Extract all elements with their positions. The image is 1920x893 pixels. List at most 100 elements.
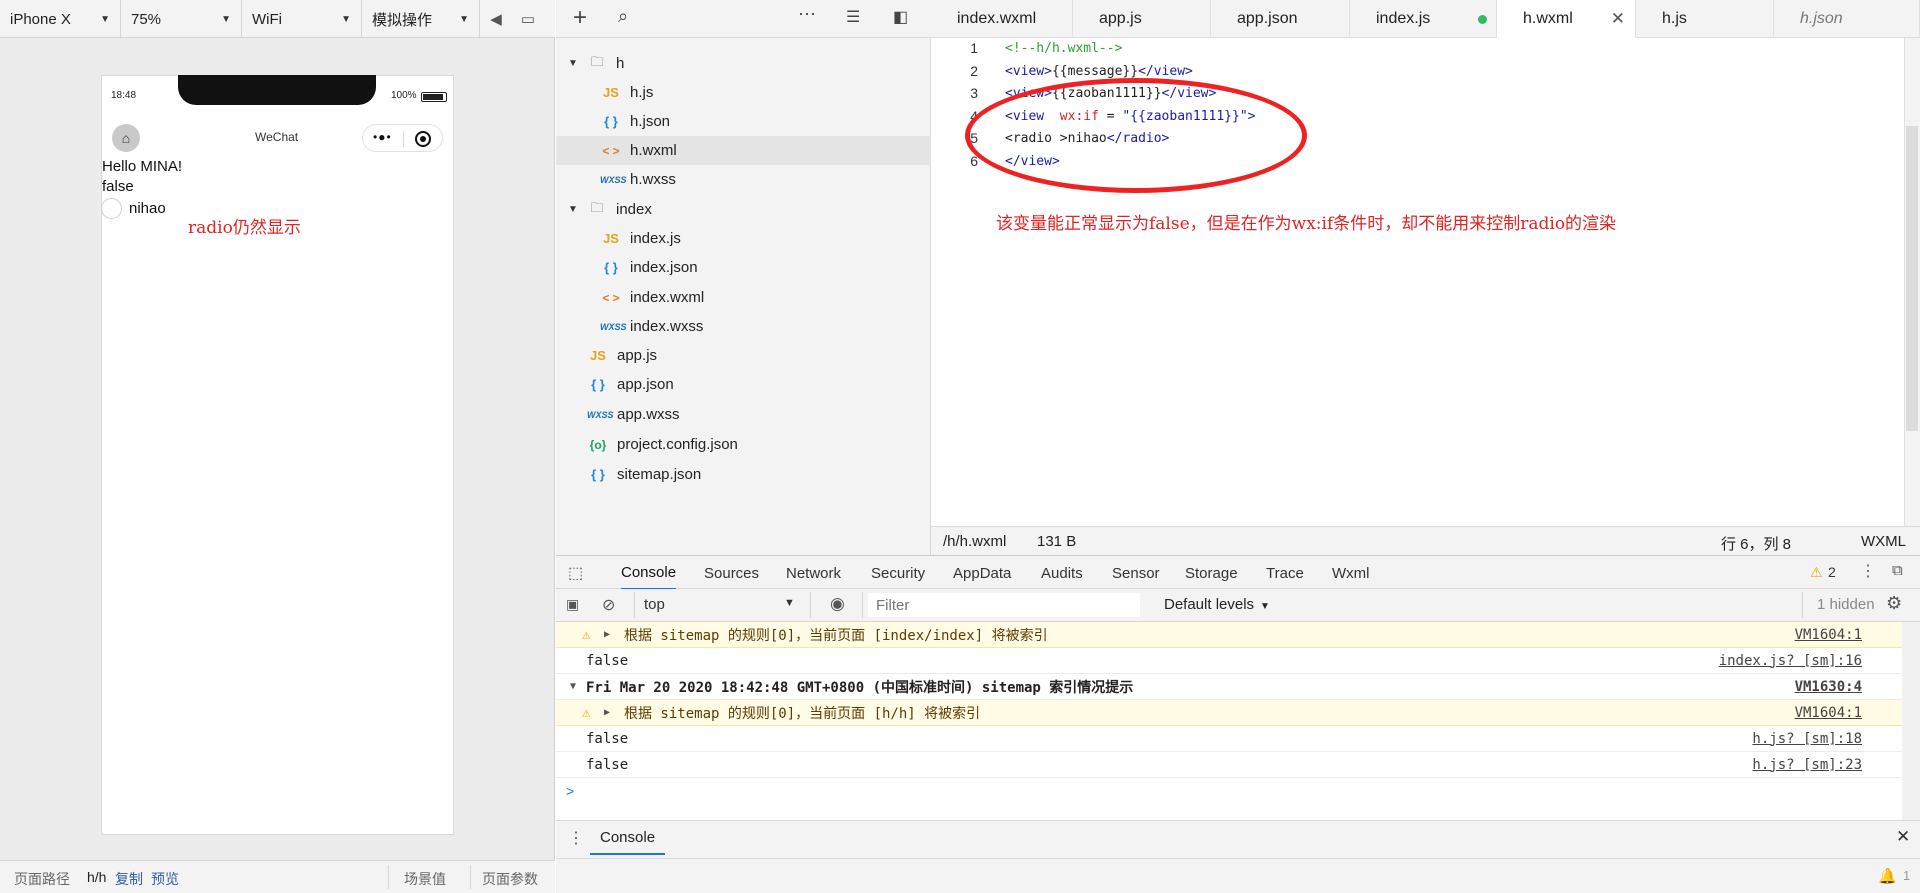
tree-file-app-wxss[interactable]: WXSS app.wxss xyxy=(556,400,931,429)
tree-file-h-js[interactable]: JS h.js xyxy=(556,78,931,107)
params-button[interactable]: 页面参数 xyxy=(482,869,538,889)
tab-h-js[interactable]: h.js xyxy=(1636,0,1774,38)
scene-button[interactable]: 场景值 xyxy=(404,869,446,889)
home-icon[interactable]: ⌂ xyxy=(112,124,140,152)
tree-file-sitemap[interactable]: { } sitemap.json xyxy=(556,460,931,489)
add-icon[interactable]: + xyxy=(573,4,587,32)
tree-file-h-wxss[interactable]: WXSS h.wxss xyxy=(556,165,931,194)
eye-icon[interactable]: ◉ xyxy=(830,594,845,614)
device-select[interactable]: iPhone X ▼ xyxy=(0,0,121,38)
tree-label: app.js xyxy=(617,347,658,364)
warning-count[interactable]: 2 xyxy=(1828,564,1836,580)
tree-file-project-config[interactable]: {o} project.config.json xyxy=(556,430,931,459)
tree-folder-h[interactable]: ▼ 🗀 h xyxy=(556,49,931,78)
tab-audits[interactable]: Audits xyxy=(1041,556,1083,590)
tab-storage[interactable]: Storage xyxy=(1185,556,1238,590)
console-prompt-row[interactable]: > xyxy=(556,778,1902,804)
tree-file-app-json[interactable]: { } app.json xyxy=(556,370,931,399)
tab-h-json[interactable]: h.json xyxy=(1774,0,1920,38)
tab-label: app.json xyxy=(1237,10,1298,27)
console-filter-input[interactable] xyxy=(868,593,1140,617)
tree-label: h.js xyxy=(630,84,654,101)
close-icon[interactable]: ✕ xyxy=(1611,9,1625,29)
context-select[interactable]: top ▼ xyxy=(644,593,798,617)
console-group-row[interactable]: ▼ Fri Mar 20 2020 18:42:48 GMT+0800 (中国标… xyxy=(556,674,1902,700)
tab-appdata[interactable]: AppData xyxy=(953,556,1011,590)
clear-console-icon[interactable]: ⊘ xyxy=(602,595,615,615)
tab-index-js[interactable]: index.js xyxy=(1350,0,1497,38)
wxml-file-icon: < > xyxy=(602,143,620,158)
capsule-menu[interactable]: •●• xyxy=(362,124,443,152)
console-source-link[interactable]: h.js? [sm]:23 xyxy=(1752,757,1862,773)
console-source-link[interactable]: h.js? [sm]:18 xyxy=(1752,731,1862,747)
language-mode[interactable]: WXML xyxy=(1861,533,1906,550)
warning-icon: ⚠ xyxy=(582,704,591,721)
sidebar-toggle-icon[interactable]: ▣ xyxy=(566,596,579,613)
tree-file-index-json[interactable]: { } index.json xyxy=(556,253,931,282)
undock-icon[interactable]: ⧉ xyxy=(1892,562,1903,579)
copy-link[interactable]: 复制 xyxy=(115,869,143,889)
tab-sensor[interactable]: Sensor xyxy=(1112,556,1160,590)
tree-file-h-wxml[interactable]: < > h.wxml xyxy=(556,136,931,165)
close-drawer-icon[interactable]: ✕ xyxy=(1896,827,1910,847)
tree-file-index-wxml[interactable]: < > index.wxml xyxy=(556,283,931,312)
tab-console[interactable]: Console xyxy=(621,556,677,590)
tab-h-wxml[interactable]: h.wxml ✕ xyxy=(1497,0,1636,38)
tree-file-index-wxss[interactable]: WXSS index.wxss xyxy=(556,312,931,341)
tab-trace[interactable]: Trace xyxy=(1266,556,1304,590)
console-source-link[interactable]: VM1604:1 xyxy=(1795,627,1862,643)
nav-title: WeChat xyxy=(255,130,299,144)
cursor-position[interactable]: 行 6，列 8 xyxy=(1721,533,1791,554)
network-select[interactable]: WiFi ▼ xyxy=(242,0,362,38)
close-miniprogram-icon[interactable] xyxy=(415,131,431,147)
gear-icon[interactable]: ⚙ xyxy=(1886,593,1902,614)
console-message: Fri Mar 20 2020 18:42:48 GMT+0800 (中国标准时… xyxy=(586,679,1134,696)
tree-file-index-js[interactable]: JS index.js xyxy=(556,224,931,253)
action-select[interactable]: 模拟操作 ▼ xyxy=(362,0,480,38)
more-icon[interactable]: •●• xyxy=(373,130,392,144)
collapse-icon[interactable]: ☰ xyxy=(846,7,860,27)
notification-icon[interactable]: 🔔 xyxy=(1878,867,1897,885)
radio-button[interactable] xyxy=(101,198,122,219)
collapse-icon[interactable]: ▼ xyxy=(570,681,576,692)
menu-icon[interactable]: ⋮ xyxy=(1860,561,1876,581)
zoom-select[interactable]: 75% ▼ xyxy=(121,0,242,38)
drawer-tab-console[interactable]: Console xyxy=(590,821,666,855)
tree-file-app-js[interactable]: JS app.js xyxy=(556,341,931,370)
network-value: WiFi xyxy=(252,10,282,28)
preview-link[interactable]: 预览 xyxy=(151,869,179,889)
radio-label: nihao xyxy=(129,200,166,217)
editor-scroll-thumb[interactable] xyxy=(1906,126,1918,431)
zoom-value: 75% xyxy=(131,10,162,28)
detach-window-icon[interactable]: ▭ xyxy=(512,0,544,38)
tree-folder-index[interactable]: ▼ 🗀 index xyxy=(556,195,931,224)
volume-icon[interactable]: ◀ xyxy=(480,0,512,38)
console-log-row: false index.js? [sm]:16 xyxy=(556,648,1902,674)
console-source-link[interactable]: index.js? [sm]:16 xyxy=(1719,653,1862,669)
warning-icon[interactable]: ⚠ xyxy=(1810,564,1823,581)
console-scrollbar[interactable] xyxy=(1902,622,1920,820)
tab-app-js[interactable]: app.js xyxy=(1073,0,1211,38)
status-time: 18:48 xyxy=(111,90,137,101)
tab-network[interactable]: Network xyxy=(786,556,841,590)
console-source-link[interactable]: VM1630:4 xyxy=(1795,679,1862,695)
drawer-menu-icon[interactable]: ⋮ xyxy=(568,828,584,848)
tab-wxml[interactable]: Wxml xyxy=(1332,556,1370,590)
tab-label: Console xyxy=(621,563,677,581)
console-source-link[interactable]: VM1604:1 xyxy=(1795,705,1862,721)
tab-label: Network xyxy=(786,564,842,582)
expand-icon[interactable]: ▶ xyxy=(604,707,610,718)
inspect-icon[interactable]: ⬚ xyxy=(568,563,583,583)
tab-security[interactable]: Security xyxy=(871,556,925,590)
more-icon[interactable]: ⋯ xyxy=(798,4,816,25)
tab-sources[interactable]: Sources xyxy=(704,556,759,590)
split-icon[interactable]: ◧ xyxy=(893,7,908,27)
line-number: 3 xyxy=(970,85,978,101)
search-icon[interactable]: ⌕ xyxy=(618,6,628,27)
tab-index-wxml[interactable]: index.wxml xyxy=(931,0,1073,38)
devtools-tab-bar: ⬚ Console Sources Network Security AppDa… xyxy=(556,555,1920,590)
log-levels-select[interactable]: Default levels ▼ xyxy=(1164,596,1270,613)
expand-icon[interactable]: ▶ xyxy=(604,629,610,640)
tree-file-h-json[interactable]: { } h.json xyxy=(556,107,931,136)
tab-app-json[interactable]: app.json xyxy=(1211,0,1350,38)
